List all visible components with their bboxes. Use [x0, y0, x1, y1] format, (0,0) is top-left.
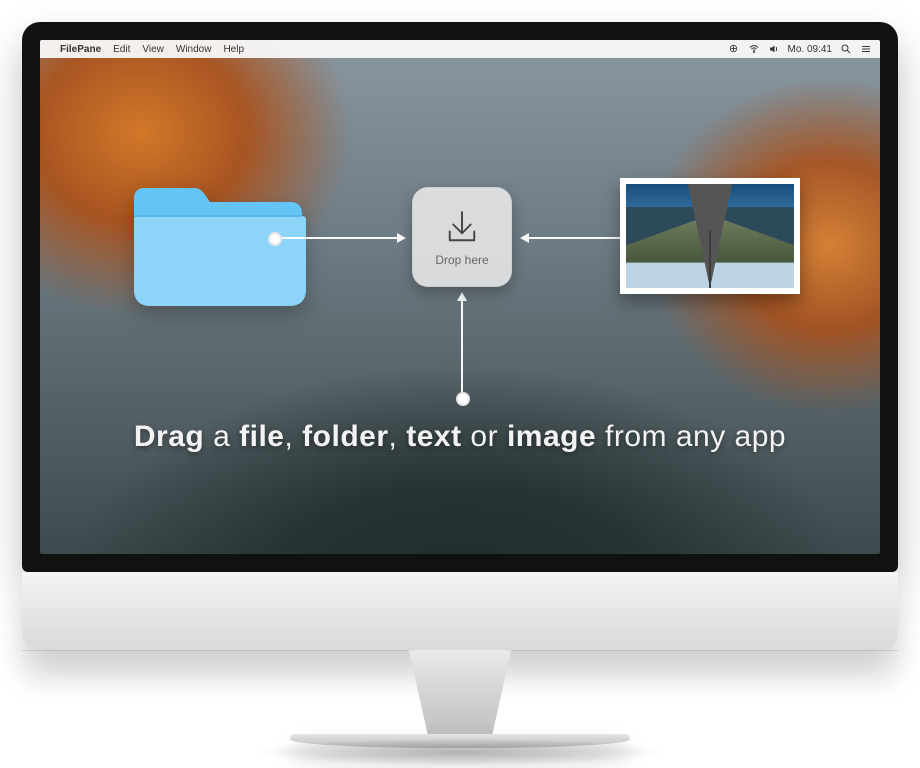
tagline-word-text: text [406, 420, 461, 453]
arrow-folder-to-drop-icon [274, 237, 398, 239]
tagline-word-or: or [470, 420, 498, 453]
imac-frame: FilePane Edit View Window Help ⊕ Mo. 09:… [22, 22, 898, 748]
image-thumbnail[interactable] [620, 178, 800, 294]
tagline-word-file: file [239, 420, 284, 453]
imac-stand-neck [380, 650, 540, 736]
dropzone-label: Drop here [435, 253, 488, 267]
desktop-screen: FilePane Edit View Window Help ⊕ Mo. 09:… [40, 40, 880, 554]
dropzone[interactable]: Drop here [412, 187, 512, 287]
tagline-word-a: a [213, 420, 230, 453]
download-tray-icon [441, 207, 483, 249]
tagline: Drag a file, folder, text or image from … [40, 420, 880, 454]
imac-stand-foot [290, 734, 630, 748]
tagline-word-folder: folder [302, 420, 388, 453]
imac-chin [22, 572, 898, 650]
tagline-comma-2: , [389, 420, 398, 453]
arrow-text-to-drop-icon [461, 300, 463, 400]
tagline-comma-1: , [284, 420, 293, 453]
tagline-tail: from any app [605, 420, 786, 453]
screen-bezel: FilePane Edit View Window Help ⊕ Mo. 09:… [22, 22, 898, 572]
tagline-word-image: image [507, 420, 596, 453]
tagline-word-drag: Drag [134, 420, 204, 453]
image-thumbnail-art [626, 184, 794, 288]
